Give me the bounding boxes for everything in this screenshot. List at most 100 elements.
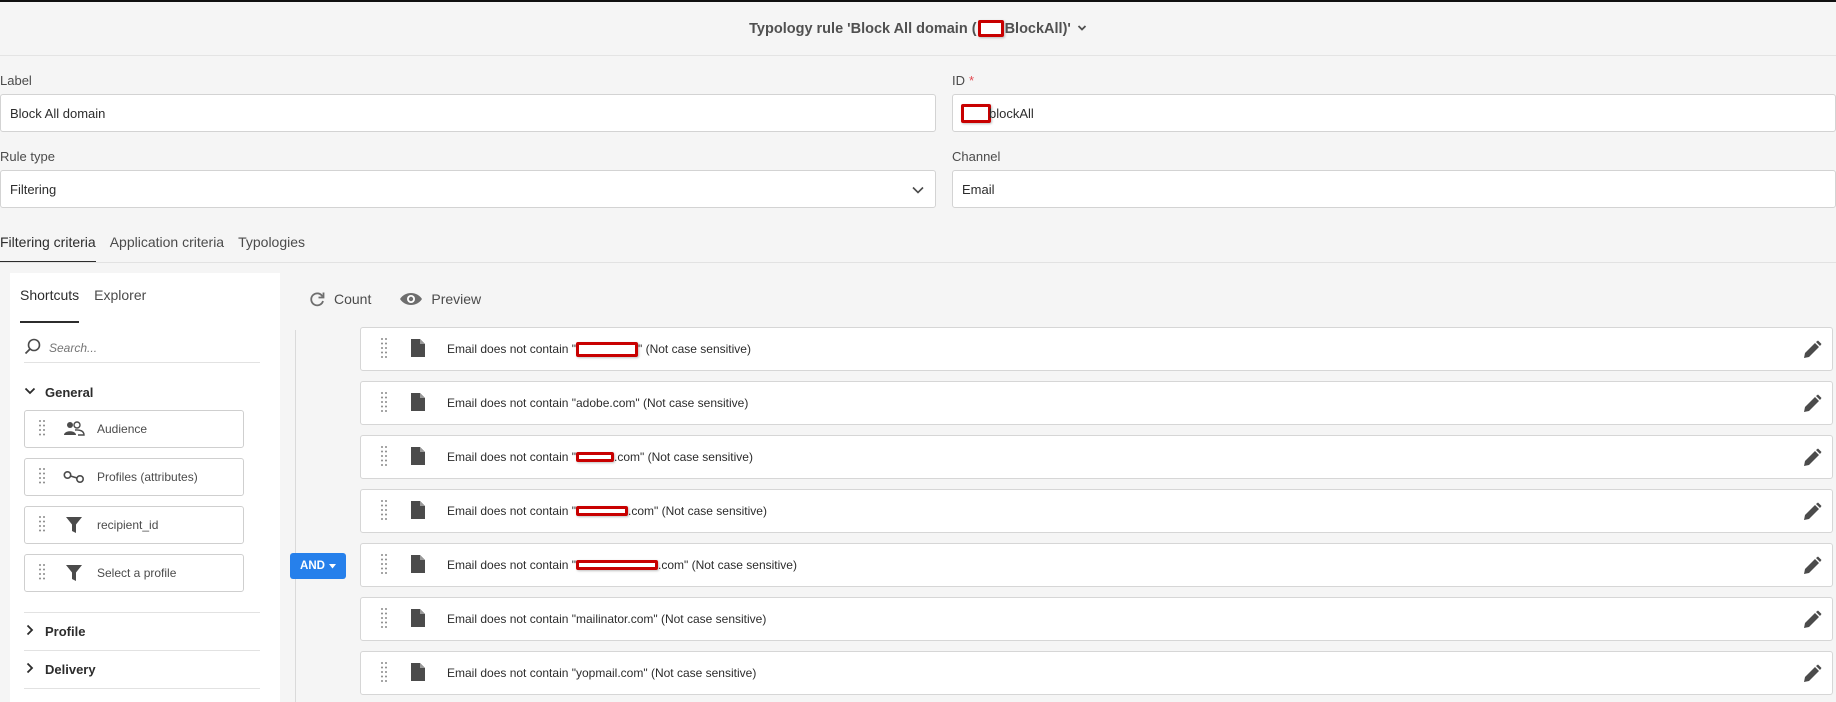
required-mark: * bbox=[969, 73, 975, 88]
drag-handle-icon[interactable] bbox=[381, 337, 387, 361]
section-delivery-label: Delivery bbox=[45, 661, 96, 677]
redaction-mark bbox=[961, 103, 991, 123]
preview-button[interactable]: Preview bbox=[399, 291, 481, 307]
chevron-right-icon bbox=[24, 662, 45, 677]
condition-text-start: Email does not contain "adobe.com" (Not … bbox=[447, 396, 749, 410]
drag-handle-icon[interactable] bbox=[381, 499, 387, 523]
tab-typologies[interactable]: Typologies bbox=[238, 230, 305, 263]
channel-value: Email bbox=[962, 181, 995, 197]
search-box[interactable] bbox=[24, 333, 260, 363]
drag-handle-icon[interactable] bbox=[381, 661, 387, 685]
search-input[interactable] bbox=[49, 340, 239, 355]
id-value: blockAll bbox=[989, 105, 1034, 121]
tab-explorer[interactable]: Explorer bbox=[94, 287, 146, 315]
criteria-tabs: Filtering criteria Application criteria … bbox=[0, 230, 319, 263]
rule-type-caption: Rule type bbox=[0, 149, 55, 164]
section-divider bbox=[24, 650, 260, 651]
condition-row[interactable]: Email does not contain " .com" (Not case… bbox=[360, 543, 1833, 587]
and-operator-button[interactable]: AND bbox=[290, 553, 346, 579]
document-icon bbox=[411, 608, 425, 630]
condition-row[interactable]: Email does not contain "mailinator.com" … bbox=[360, 597, 1833, 641]
condition-text-end: .com" (Not case sensitive) bbox=[614, 450, 753, 464]
id-field[interactable]: blockAll bbox=[952, 94, 1836, 132]
filter-icon bbox=[61, 516, 87, 534]
drag-handle-icon[interactable] bbox=[381, 607, 387, 631]
rule-type-select[interactable]: Filtering bbox=[0, 170, 936, 208]
drag-handle-icon[interactable] bbox=[39, 563, 45, 583]
condition-row[interactable]: Email does not contain "yopmail.com" (No… bbox=[360, 651, 1833, 695]
edit-pencil-icon[interactable] bbox=[1802, 610, 1822, 633]
edit-pencil-icon[interactable] bbox=[1802, 340, 1822, 363]
edit-pencil-icon[interactable] bbox=[1802, 394, 1822, 417]
preview-label: Preview bbox=[431, 291, 482, 307]
shortcut-profiles-attributes[interactable]: Profiles (attributes) bbox=[24, 458, 244, 496]
document-icon bbox=[411, 446, 425, 468]
edit-pencil-icon[interactable] bbox=[1802, 448, 1822, 471]
condition-row[interactable]: Email does not contain " " (Not case sen… bbox=[360, 327, 1833, 371]
tab-filtering-criteria[interactable]: Filtering criteria bbox=[0, 230, 96, 263]
section-divider bbox=[24, 612, 260, 613]
drag-handle-icon[interactable] bbox=[39, 515, 45, 535]
chevron-right-icon bbox=[24, 624, 45, 639]
document-icon bbox=[411, 662, 425, 684]
section-general[interactable]: General bbox=[24, 376, 260, 408]
edit-pencil-icon[interactable] bbox=[1802, 664, 1822, 687]
panel-tabs: Shortcuts Explorer bbox=[20, 287, 161, 323]
chevron-down-icon[interactable] bbox=[1077, 21, 1087, 37]
link-icon bbox=[61, 470, 87, 484]
label-field[interactable] bbox=[0, 94, 936, 132]
shortcut-select-profile[interactable]: Select a profile bbox=[24, 554, 244, 592]
condition-text-end: " (Not case sensitive) bbox=[638, 342, 751, 356]
condition-row[interactable]: Email does not contain "adobe.com" (Not … bbox=[360, 381, 1833, 425]
document-icon bbox=[411, 500, 425, 522]
channel-field[interactable]: Email bbox=[952, 170, 1836, 208]
chevron-down-icon[interactable] bbox=[911, 183, 925, 200]
condition-text-start: Email does not contain " bbox=[447, 504, 576, 518]
condition-text: Email does not contain " " (Not case sen… bbox=[447, 341, 751, 357]
edit-pencil-icon[interactable] bbox=[1802, 502, 1822, 525]
tab-shortcuts[interactable]: Shortcuts bbox=[20, 287, 80, 323]
count-button[interactable]: Count bbox=[308, 290, 371, 308]
eye-icon bbox=[400, 293, 423, 305]
filter-icon bbox=[61, 564, 87, 582]
shortcut-recipient-id[interactable]: recipient_id bbox=[24, 506, 244, 544]
query-toolbar: Count Preview bbox=[308, 290, 509, 308]
shortcuts-panel: Shortcuts Explorer General Audience Prof… bbox=[10, 273, 280, 702]
condition-text-end: .com" (Not case sensitive) bbox=[628, 504, 767, 518]
condition-row[interactable]: Email does not contain " .com" (Not case… bbox=[360, 489, 1833, 533]
drag-handle-icon[interactable] bbox=[381, 445, 387, 469]
condition-text: Email does not contain "mailinator.com" … bbox=[447, 612, 766, 626]
document-icon bbox=[411, 554, 425, 576]
redaction-mark bbox=[576, 560, 658, 570]
shortcut-audience[interactable]: Audience bbox=[24, 410, 244, 448]
condition-text: Email does not contain " .com" (Not case… bbox=[447, 450, 753, 464]
section-profile[interactable]: Profile bbox=[24, 615, 260, 647]
label-input[interactable] bbox=[10, 105, 935, 121]
title-bar: Typology rule 'Block All domain ( BlockA… bbox=[0, 2, 1836, 56]
audience-icon bbox=[61, 421, 87, 437]
condition-text: Email does not contain " .com" (Not case… bbox=[447, 558, 797, 572]
redaction-mark bbox=[576, 452, 614, 462]
redaction-mark bbox=[576, 341, 638, 357]
operator-label: AND bbox=[300, 560, 325, 572]
condition-text-start: Email does not contain " bbox=[447, 450, 576, 464]
condition-row[interactable]: Email does not contain " .com" (Not case… bbox=[360, 435, 1833, 479]
chevron-down-icon bbox=[24, 385, 45, 400]
tab-application-criteria[interactable]: Application criteria bbox=[110, 230, 224, 263]
section-divider bbox=[24, 688, 260, 689]
id-caption: ID * bbox=[952, 73, 974, 88]
drag-handle-icon[interactable] bbox=[381, 391, 387, 415]
title-prefix: Typology rule 'Block All domain ( bbox=[749, 20, 977, 37]
drag-handle-icon[interactable] bbox=[39, 419, 45, 439]
condition-text-start: Email does not contain "mailinator.com" … bbox=[447, 612, 767, 626]
section-delivery[interactable]: Delivery bbox=[24, 653, 260, 685]
id-caption-text: ID bbox=[952, 73, 965, 88]
condition-text-start: Email does not contain "yopmail.com" (No… bbox=[447, 666, 757, 680]
edit-pencil-icon[interactable] bbox=[1802, 556, 1822, 579]
search-icon bbox=[24, 338, 41, 358]
page-title[interactable]: Typology rule 'Block All domain ( BlockA… bbox=[749, 20, 1087, 37]
condition-text-start: Email does not contain " bbox=[447, 558, 576, 572]
condition-text-start: Email does not contain " bbox=[447, 342, 576, 356]
drag-handle-icon[interactable] bbox=[39, 467, 45, 487]
drag-handle-icon[interactable] bbox=[381, 553, 387, 577]
